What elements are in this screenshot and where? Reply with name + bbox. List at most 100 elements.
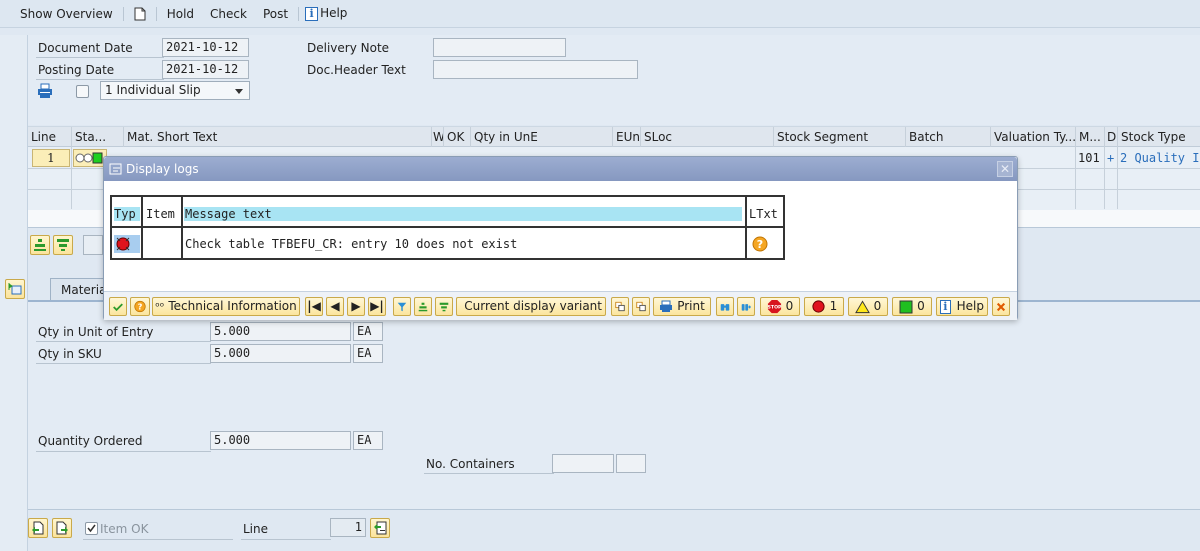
column-header-valuation-type[interactable]: Valuation Ty... — [990, 127, 1075, 147]
previous-page-button[interactable]: ◀ — [326, 297, 344, 316]
log-window-icon — [109, 163, 122, 175]
qty-ordered-uom[interactable]: EA — [353, 431, 383, 450]
log-column-ltxt[interactable]: LTxt — [749, 207, 778, 221]
close-icon[interactable]: ✕ — [997, 161, 1013, 177]
column-header-line[interactable]: Line — [28, 127, 71, 147]
find-button[interactable] — [716, 297, 734, 316]
line-label: Line — [243, 522, 269, 536]
row-status-cell — [73, 149, 107, 167]
label-underline — [36, 451, 211, 452]
log-row-selected-cell[interactable] — [114, 235, 140, 253]
column-header-stock-segment[interactable]: Stock Segment — [773, 127, 905, 147]
containers-field[interactable] — [552, 454, 614, 473]
dialog-title-bar[interactable]: Display logs ✕ — [104, 157, 1017, 181]
log-column-item[interactable]: Item — [146, 207, 175, 221]
containers-label: No. Containers — [426, 457, 515, 471]
row-line-number[interactable]: 1 — [32, 149, 70, 167]
printer-icon[interactable] — [37, 83, 53, 102]
print-button[interactable]: Print — [653, 297, 711, 316]
document-date-field[interactable]: 2021-10-12 — [162, 38, 249, 57]
post-button[interactable]: Post — [255, 7, 296, 21]
label-underline — [36, 363, 211, 364]
help-question-button[interactable]: ? — [130, 297, 150, 316]
error-filter-button[interactable]: 1 — [804, 297, 844, 316]
doc-header-text-field[interactable] — [433, 60, 638, 79]
long-text-help-icon[interactable]: ? — [752, 236, 768, 255]
column-header-eun[interactable]: EUn — [612, 127, 640, 147]
material-detail-panel: Qty in Unit of Entry 5.000 EA Qty in SKU… — [28, 300, 1200, 510]
qty-unit-entry-uom[interactable]: EA — [353, 322, 383, 341]
column-header-stock-type[interactable]: Stock Type — [1117, 127, 1200, 147]
qty-sku-uom[interactable]: EA — [353, 344, 383, 363]
grid-option-field[interactable] — [83, 235, 103, 255]
error-count: 1 — [829, 299, 838, 313]
svg-text:?: ? — [138, 302, 143, 312]
new-document-button[interactable] — [126, 6, 154, 21]
log-table: Typ Item Message text LTxt Check table T… — [110, 195, 785, 260]
qty-ordered-field[interactable]: 5.000 — [210, 431, 351, 450]
column-header-qty-une[interactable]: Qty in UnE — [470, 127, 612, 147]
deselect-all-icon — [57, 239, 69, 251]
cancel-button[interactable] — [992, 297, 1010, 316]
log-column-typ[interactable]: Typ — [114, 207, 136, 221]
column-header-w[interactable]: W — [431, 127, 443, 147]
find-next-button[interactable] — [737, 297, 755, 316]
choose-layout-button[interactable] — [611, 297, 629, 316]
tab-material[interactable]: Material — [50, 278, 110, 300]
toggle-detail-button[interactable] — [5, 279, 25, 299]
technical-information-button[interactable]: ᵒᵒ Technical Information — [152, 297, 300, 316]
dialog-toolbar: ? ᵒᵒ Technical Information |◀ ◀ ▶ ▶| Cur… — [104, 291, 1017, 320]
line-number-field[interactable]: 1 — [330, 518, 366, 537]
column-header-mat-short-text[interactable]: Mat. Short Text — [123, 127, 431, 147]
sort-descending-button[interactable] — [435, 297, 453, 316]
column-header-status[interactable]: Sta... — [71, 127, 123, 147]
label-underline — [36, 57, 164, 58]
column-header-debit-credit[interactable]: D — [1104, 127, 1117, 147]
glasses-icon: ᵒᵒ — [155, 300, 165, 313]
containers-unit-field[interactable] — [616, 454, 646, 473]
last-page-button[interactable]: ▶| — [368, 297, 386, 316]
column-header-movement-type[interactable]: M... — [1075, 127, 1104, 147]
confirm-button[interactable] — [109, 297, 127, 316]
row-stock-type[interactable]: 2 Quality I — [1117, 148, 1200, 168]
hold-button[interactable]: Hold — [159, 7, 202, 21]
success-filter-button[interactable]: 0 — [892, 297, 932, 316]
log-message-text[interactable]: Check table TFBEFU_CR: entry 10 does not… — [185, 237, 517, 251]
previous-page-icon: ◀ — [330, 299, 340, 313]
save-layout-button[interactable] — [632, 297, 650, 316]
delivery-note-label: Delivery Note — [307, 41, 390, 55]
select-all-icon — [34, 239, 46, 251]
sort-ascending-button[interactable] — [414, 297, 432, 316]
next-page-button[interactable]: ▶ — [347, 297, 365, 316]
checkmark-icon — [87, 524, 96, 533]
go-to-line-button[interactable] — [370, 518, 390, 538]
item-ok-checkbox[interactable] — [85, 522, 98, 535]
select-all-button[interactable] — [30, 235, 50, 255]
posting-date-field[interactable]: 2021-10-12 — [162, 60, 249, 79]
column-header-sloc[interactable]: SLoc — [640, 127, 773, 147]
slip-type-dropdown[interactable]: 1 Individual Slip — [100, 81, 250, 100]
help-button[interactable]: i Help — [301, 6, 355, 21]
qty-unit-entry-field[interactable]: 5.000 — [210, 322, 351, 341]
next-item-button[interactable] — [52, 518, 72, 538]
current-display-variant-button[interactable]: Current display variant — [456, 297, 606, 316]
application-toolbar: Show Overview Hold Check Post i Help — [0, 0, 1200, 28]
filter-button[interactable] — [393, 297, 411, 316]
warning-filter-button[interactable]: 0 — [848, 297, 888, 316]
dialog-help-button[interactable]: i Help — [936, 297, 988, 316]
first-page-button[interactable]: |◀ — [305, 297, 323, 316]
deselect-all-button[interactable] — [53, 235, 73, 255]
toolbar-separator — [155, 6, 157, 21]
column-header-batch[interactable]: Batch — [905, 127, 990, 147]
printer-icon — [660, 300, 673, 312]
qty-sku-field[interactable]: 5.000 — [210, 344, 351, 363]
column-header-ok[interactable]: OK — [443, 127, 470, 147]
print-checkbox[interactable] — [76, 85, 89, 98]
check-button[interactable]: Check — [202, 7, 255, 21]
delivery-note-field[interactable] — [433, 38, 566, 57]
show-overview-button[interactable]: Show Overview — [12, 7, 121, 21]
label-underline — [36, 79, 164, 80]
log-column-message[interactable]: Message text — [185, 207, 272, 221]
stop-filter-button[interactable]: STOP 0 — [760, 297, 800, 316]
previous-item-button[interactable] — [28, 518, 48, 538]
